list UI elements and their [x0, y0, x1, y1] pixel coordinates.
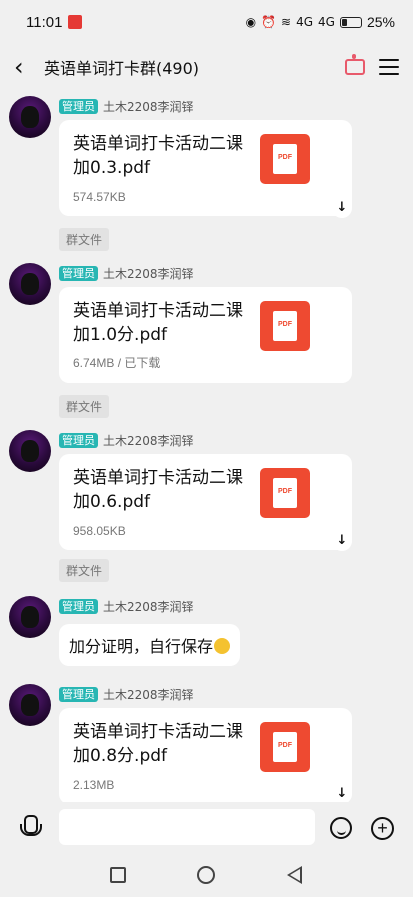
group-file-tag[interactable]: 群文件	[59, 395, 110, 418]
file-card[interactable]: 英语单词打卡活动二课加0.8分.pdf 2.13MB PDF	[59, 708, 352, 802]
grimace-emoji-icon	[214, 638, 231, 654]
group-file-tag[interactable]: 群文件	[59, 559, 110, 582]
sender-line: 管理员 土木2208李润铎	[59, 432, 194, 449]
chat-header: ‹ 英语单词打卡群(490)	[0, 44, 413, 90]
admin-badge: 管理员	[59, 266, 98, 281]
battery-icon	[339, 16, 362, 28]
file-card[interactable]: 英语单词打卡活动二课加0.3.pdf 574.57KB PDF	[59, 120, 352, 216]
file-name: 英语单词打卡活动二课加0.8分.pdf	[73, 722, 243, 766]
pdf-icon: PDF	[260, 722, 310, 772]
notification-app-icon	[68, 15, 83, 29]
sender-name: 土木2208李润铎	[103, 267, 194, 281]
file-size: 958.05KB	[73, 524, 126, 538]
sender-line: 管理员 土木2208李润铎	[59, 686, 194, 703]
message-text: 加分证明，自行保存	[69, 637, 214, 656]
admin-badge: 管理员	[59, 99, 98, 114]
file-size: 2.13MB	[73, 778, 115, 792]
message-input[interactable]	[59, 809, 315, 845]
status-icons: ◉ ⏰ ≋ 4G 4G 25%	[246, 14, 395, 30]
pdf-icon: PDF	[260, 468, 310, 518]
signal-icon: 4G	[296, 15, 314, 29]
emoji-icon[interactable]	[330, 817, 352, 839]
plus-icon[interactable]: +	[371, 817, 394, 840]
battery-percent: 25%	[366, 14, 395, 30]
sender-name: 土木2208李润铎	[103, 688, 194, 702]
signal-icon-2: 4G	[318, 15, 335, 29]
file-name: 英语单词打卡活动二课加0.6.pdf	[73, 468, 243, 512]
microphone-icon[interactable]	[17, 814, 42, 840]
file-size: 6.74MB / 已下载	[73, 356, 161, 370]
pdf-icon: PDF	[260, 301, 310, 351]
file-name: 英语单词打卡活动二课加0.3.pdf	[73, 134, 243, 178]
back-icon[interactable]	[287, 866, 302, 884]
file-name: 英语单词打卡活动二课加1.0分.pdf	[73, 301, 243, 345]
sender-line: 管理员 土木2208李润铎	[59, 265, 194, 282]
text-bubble[interactable]: 加分证明，自行保存	[59, 624, 241, 666]
file-size: 574.57KB	[73, 190, 126, 204]
pdf-icon: PDF	[260, 134, 310, 184]
file-card[interactable]: 英语单词打卡活动二课加0.6.pdf 958.05KB PDF	[59, 454, 352, 550]
avatar[interactable]	[9, 596, 51, 638]
avatar[interactable]	[9, 684, 51, 726]
alarm-icon: ⏰	[261, 15, 277, 29]
system-nav-bar	[0, 852, 413, 897]
back-arrow-icon[interactable]: ‹	[14, 53, 38, 81]
eye-icon: ◉	[245, 15, 257, 29]
avatar[interactable]	[9, 430, 51, 472]
avatar[interactable]	[9, 96, 51, 138]
home-icon[interactable]	[197, 866, 215, 884]
input-bar: +	[0, 802, 413, 852]
admin-badge: 管理员	[59, 687, 98, 702]
download-icon[interactable]: ↓	[332, 531, 352, 551]
recents-icon[interactable]	[110, 867, 126, 883]
cake-icon[interactable]	[345, 54, 365, 75]
sender-name: 土木2208李润铎	[103, 434, 194, 448]
download-icon[interactable]: ↓	[332, 198, 352, 218]
group-title: 英语单词打卡群(490)	[44, 59, 200, 78]
group-file-tag[interactable]: 群文件	[59, 228, 110, 251]
sender-name: 土木2208李润铎	[103, 600, 194, 614]
header-actions	[345, 54, 399, 75]
avatar[interactable]	[9, 263, 51, 305]
message-list[interactable]: 管理员 土木2208李润铎 英语单词打卡活动二课加0.3.pdf 574.57K…	[0, 90, 413, 802]
status-bar: 11:01 ◉ ⏰ ≋ 4G 4G 25%	[0, 0, 413, 44]
file-card[interactable]: 英语单词打卡活动二课加1.0分.pdf 6.74MB / 已下载 PDF	[59, 287, 352, 383]
download-icon[interactable]: ↓	[332, 784, 352, 802]
menu-icon[interactable]	[379, 59, 399, 75]
status-time: 11:01	[26, 13, 63, 31]
admin-badge: 管理员	[59, 599, 98, 614]
wifi-icon: ≋	[281, 15, 292, 29]
sender-line: 管理员 土木2208李润铎	[59, 98, 194, 115]
sender-name: 土木2208李润铎	[103, 100, 194, 114]
sender-line: 管理员 土木2208李润铎	[59, 598, 194, 615]
admin-badge: 管理员	[59, 433, 98, 448]
